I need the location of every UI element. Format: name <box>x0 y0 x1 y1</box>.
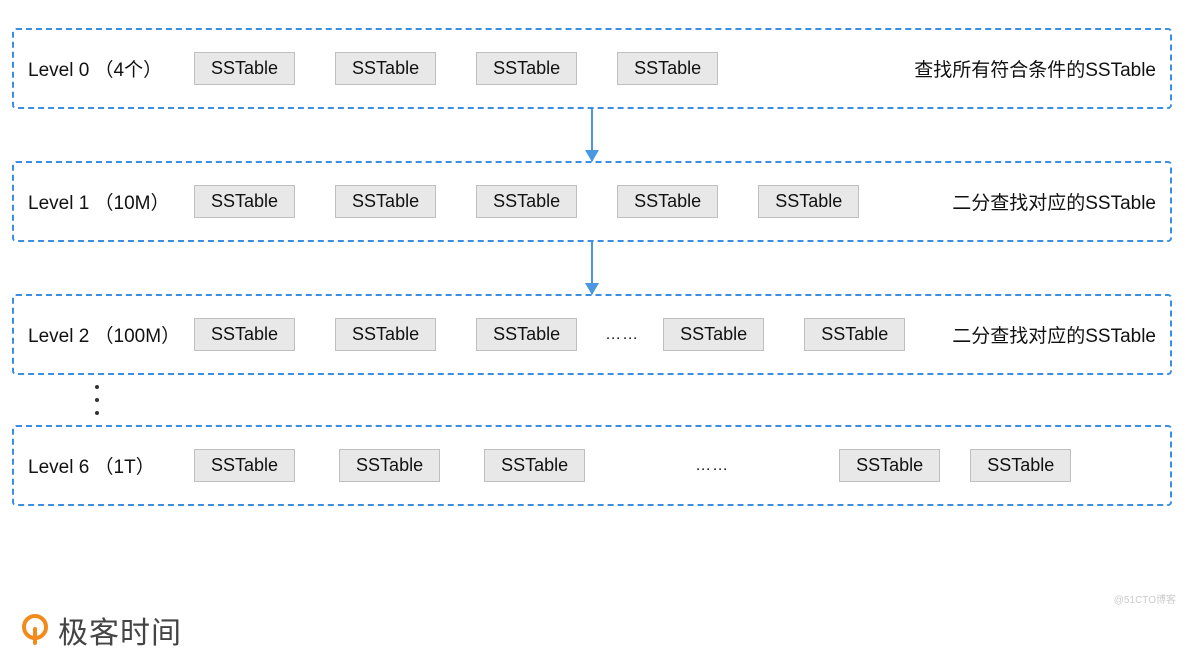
level-6-label: Level 6 （1T） <box>28 452 186 479</box>
sstable-cell: SSTable <box>339 449 440 482</box>
diagram-canvas: Level 0 （4个） SSTable SSTable SSTable SST… <box>12 28 1172 506</box>
level-0-desc: 查找所有符合条件的SSTable <box>914 55 1156 82</box>
level-2-desc: 二分查找对应的SSTable <box>952 321 1156 348</box>
sstable-cell: SSTable <box>476 185 577 218</box>
ellipsis-horizontal: …… <box>605 326 639 344</box>
sstable-cell: SSTable <box>476 52 577 85</box>
level-2-box: Level 2 （100M） SSTable SSTable SSTable …… <box>12 294 1172 375</box>
watermark: @51CTO博客 <box>1114 591 1176 606</box>
sstable-cell: SSTable <box>335 52 436 85</box>
sstable-cell: SSTable <box>484 449 585 482</box>
sstable-cell: SSTable <box>194 318 295 351</box>
sstable-cell: SSTable <box>194 185 295 218</box>
level-2-label: Level 2 （100M） <box>28 321 186 348</box>
sstable-cell: SSTable <box>335 185 436 218</box>
arrow-down <box>12 109 1172 161</box>
ellipsis-vertical <box>92 385 102 415</box>
sstable-cell: SSTable <box>804 318 905 351</box>
sstable-cell: SSTable <box>758 185 859 218</box>
sstable-cell: SSTable <box>194 52 295 85</box>
sstable-cell: SSTable <box>839 449 940 482</box>
sstable-cell: SSTable <box>970 449 1071 482</box>
ellipsis-horizontal: …… <box>695 457 729 475</box>
logo-text: 极客时间 <box>58 608 182 652</box>
level-1-box: Level 1 （10M） SSTable SSTable SSTable SS… <box>12 161 1172 242</box>
sstable-cell: SSTable <box>194 449 295 482</box>
sstable-cell: SSTable <box>617 185 718 218</box>
level-1-desc: 二分查找对应的SSTable <box>952 188 1156 215</box>
level-1-label: Level 1 （10M） <box>28 188 186 215</box>
level-6-box: Level 6 （1T） SSTable SSTable SSTable …… … <box>12 425 1172 506</box>
logo-icon <box>18 613 52 647</box>
level-0-label: Level 0 （4个） <box>28 55 186 82</box>
sstable-cell: SSTable <box>335 318 436 351</box>
sstable-cell: SSTable <box>663 318 764 351</box>
level-0-box: Level 0 （4个） SSTable SSTable SSTable SST… <box>12 28 1172 109</box>
sstable-cell: SSTable <box>617 52 718 85</box>
arrow-down <box>12 242 1172 294</box>
sstable-cell: SSTable <box>476 318 577 351</box>
brand-logo: 极客时间 <box>18 608 182 652</box>
